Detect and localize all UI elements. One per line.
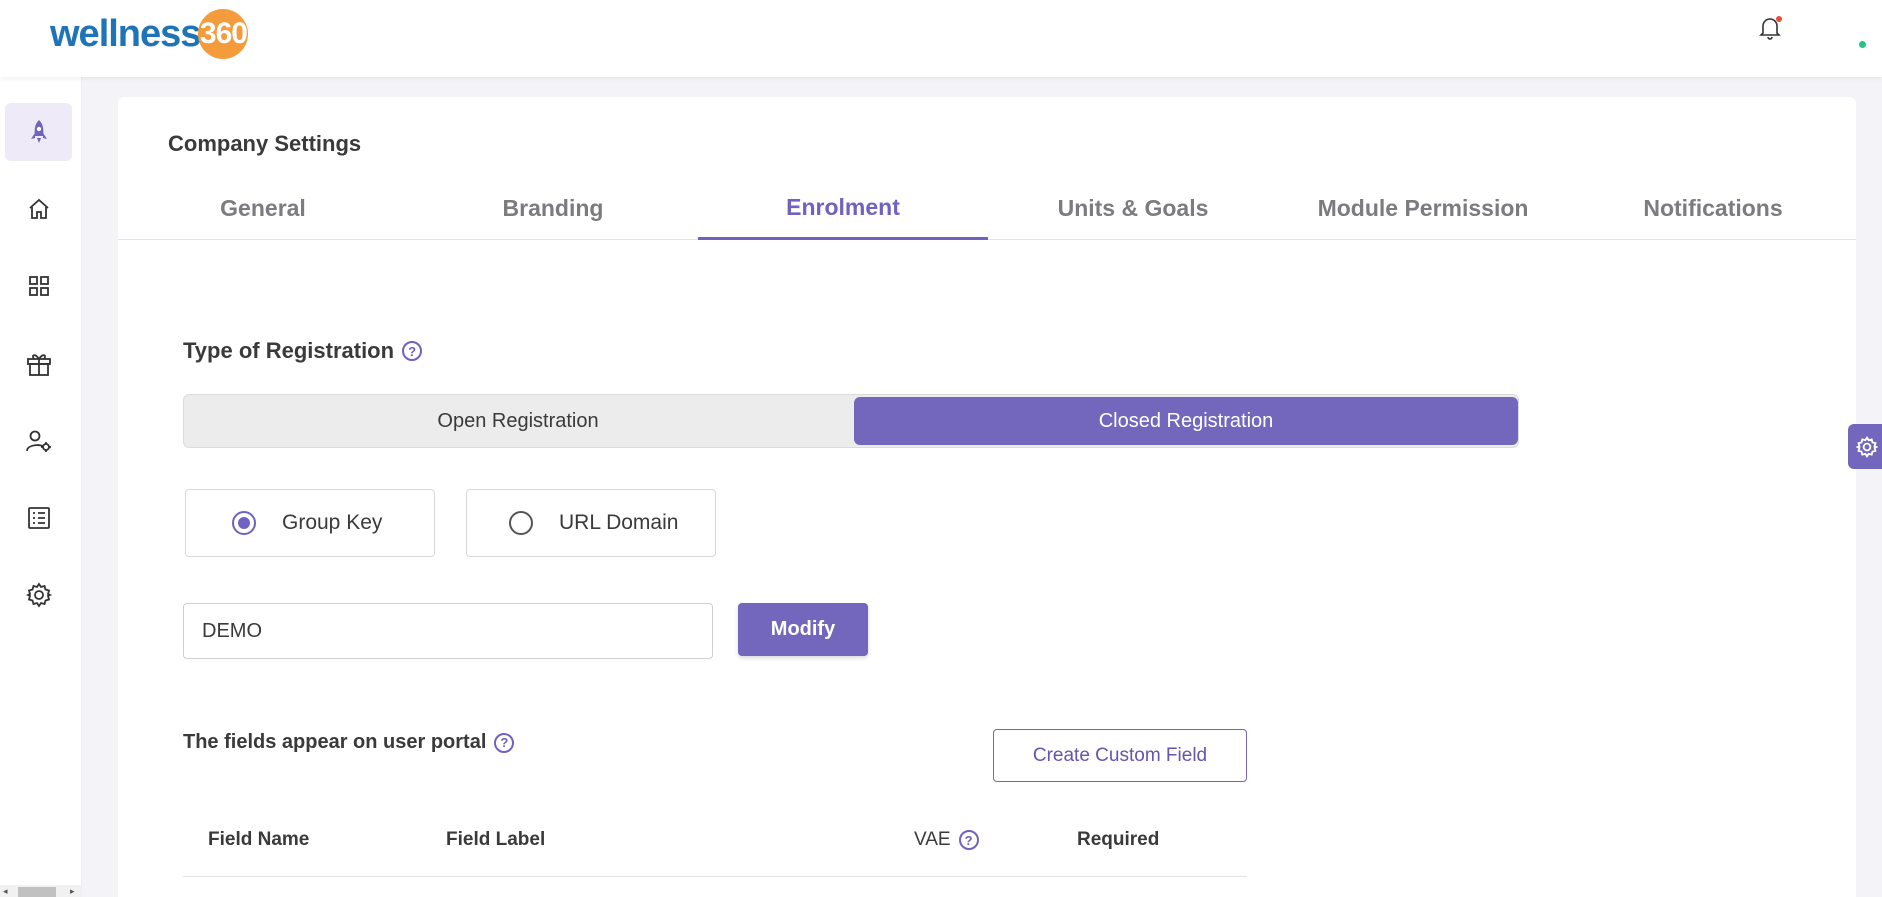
tab-branding[interactable]: Branding — [408, 177, 698, 240]
url-domain-option[interactable]: URL Domain — [466, 489, 716, 557]
column-header-field-name: Field Name — [208, 829, 310, 850]
sidebar-item-launch[interactable] — [5, 103, 72, 161]
sidebar-item-reports[interactable] — [5, 489, 72, 547]
closed-registration-button[interactable]: Closed Registration — [854, 397, 1518, 445]
user-portal-fields-label: The fields appear on user portal — [183, 731, 487, 753]
online-status-dot — [1857, 39, 1868, 50]
gift-icon — [26, 354, 51, 376]
logo-text: wellness — [50, 12, 201, 55]
settings-tabs: General Branding Enrolment Units & Goals… — [118, 177, 1856, 240]
sidebar — [0, 77, 82, 897]
page-title: Company Settings — [168, 131, 362, 156]
sidebar-item-settings[interactable] — [5, 566, 72, 624]
column-header-field-label: Field Label — [446, 829, 546, 850]
top-bar: wellness 360 — [0, 0, 1882, 77]
tab-enrolment[interactable]: Enrolment — [698, 177, 988, 240]
sidebar-item-home[interactable] — [5, 180, 72, 238]
table-divider — [183, 876, 1247, 877]
scroll-left-arrow[interactable]: ◂ — [3, 886, 8, 897]
scroll-thumb[interactable] — [18, 887, 56, 897]
sidebar-item-dashboard[interactable] — [5, 257, 72, 315]
sidebar-item-user-management[interactable] — [5, 412, 72, 470]
group-key-input[interactable] — [183, 603, 713, 659]
scroll-right-arrow[interactable]: ▸ — [70, 886, 75, 897]
help-icon[interactable]: ? — [958, 830, 979, 850]
rocket-icon — [30, 120, 47, 143]
gear-icon — [1856, 435, 1878, 458]
column-header-required: Required — [1077, 829, 1160, 850]
logo-360-badge: 360 — [198, 9, 249, 59]
user-settings-icon — [25, 430, 51, 452]
create-custom-field-button[interactable]: Create Custom Field — [993, 729, 1247, 782]
registration-type-label: Type of Registration — [183, 338, 395, 363]
tab-notifications[interactable]: Notifications — [1568, 177, 1858, 240]
list-icon — [27, 507, 50, 529]
tab-units-goals[interactable]: Units & Goals — [988, 177, 1278, 240]
group-key-label: Group Key — [282, 511, 383, 534]
modify-button[interactable]: Modify — [738, 603, 868, 656]
wellness360-logo[interactable]: wellness 360 — [50, 6, 249, 62]
sidebar-scrollbar[interactable]: ◂ ▸ — [0, 885, 82, 897]
registration-type-heading: Type of Registration ? — [183, 338, 423, 364]
url-domain-label: URL Domain — [559, 511, 679, 534]
floating-settings-button[interactable] — [1848, 424, 1882, 469]
vae-label: VAE — [914, 829, 951, 850]
help-icon[interactable]: ? — [402, 341, 423, 361]
column-header-vae: VAE ? — [914, 829, 979, 851]
notification-dot — [1776, 16, 1782, 22]
grid-icon — [28, 276, 49, 296]
sidebar-item-rewards[interactable] — [5, 335, 72, 393]
url-domain-radio[interactable] — [509, 511, 533, 535]
open-registration-button[interactable]: Open Registration — [186, 397, 850, 445]
gear-icon — [25, 582, 52, 608]
notifications-button[interactable] — [1755, 13, 1785, 43]
user-portal-fields-heading: The fields appear on user portal ? — [183, 731, 515, 754]
group-key-radio[interactable] — [232, 511, 256, 535]
home-icon — [28, 198, 49, 219]
help-icon[interactable]: ? — [494, 732, 515, 753]
group-key-option[interactable]: Group Key — [185, 489, 435, 557]
tab-general[interactable]: General — [118, 177, 408, 240]
registration-toggle: Open Registration Closed Registration — [183, 394, 1519, 448]
tab-module-permission[interactable]: Module Permission — [1278, 177, 1568, 240]
